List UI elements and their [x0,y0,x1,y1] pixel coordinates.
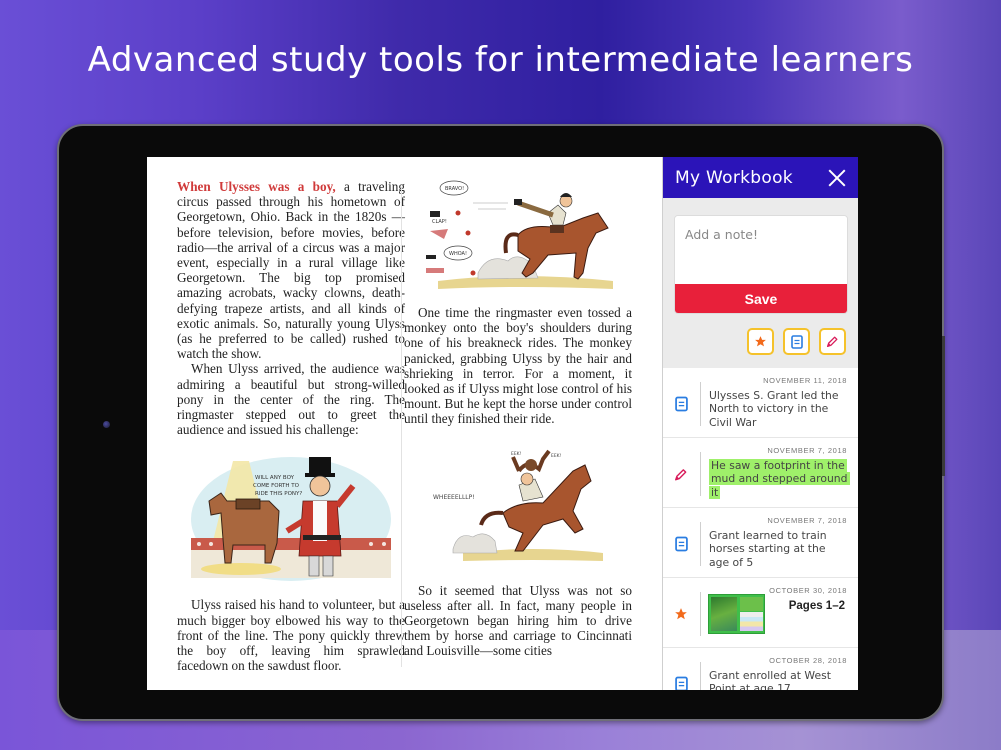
speech-whoa: WHOA! [449,251,467,257]
highlighted-text: He saw a footprint in the mud and steppe… [709,459,850,499]
workbook-header: My Workbook [663,157,858,198]
svg-text:COME FORTH TO: COME FORTH TO [253,483,300,489]
entry-divider [700,452,701,496]
workbook-entry[interactable]: NOVEMBER 7, 2018 Grant learned to train … [663,508,858,578]
filter-buttons [747,328,846,355]
workbook-entry[interactable]: OCTOBER 30, 2018 Pages 1–2 [663,578,858,648]
note-input[interactable] [675,216,847,286]
illustration-galloping-horse: BRAVO! WHOA! CLAP! [418,173,618,295]
entry-divider [700,662,701,690]
close-icon[interactable] [826,167,848,189]
workbook-entry[interactable]: NOVEMBER 11, 2018 Ulysses S. Grant led t… [663,368,858,438]
paragraph[interactable]: When Ulyss arrived, the audience was adm… [177,361,405,437]
entry-date: NOVEMBER 7, 2018 [767,516,847,525]
note-icon [674,676,688,690]
note-icon [674,536,688,552]
entry-pages: Pages 1–2 [788,600,845,612]
chapter-lead: When Ulysses was a boy, [177,179,336,194]
tablet-screen: When Ulysses was a boy, a traveling circ… [147,157,858,690]
speech-eek-2: EEK! [551,453,562,459]
note-composer: Save [674,215,848,314]
entry-text: Grant enrolled at West Point at age 17 [709,669,831,690]
entry-divider [700,522,701,566]
side-button [942,336,945,476]
workbook-entries-list[interactable]: NOVEMBER 11, 2018 Ulysses S. Grant led t… [663,368,858,690]
workbook-title: My Workbook [675,167,793,188]
entry-date: OCTOBER 28, 2018 [769,656,847,665]
filter-highlights-button[interactable] [819,328,846,355]
speech-bravo: BRAVO! [445,186,464,192]
right-column: BRAVO! WHOA! CLAP! One time the ringmast… [404,179,632,659]
entry-text: He saw a footprint in the mud and steppe… [709,459,850,499]
pencil-icon [675,468,687,480]
filter-notes-button[interactable] [783,328,810,355]
filter-bookmarks-button[interactable] [747,328,774,355]
illustration-ringmaster: WILL ANY BOY COME FORTH TO RIDE THIS PON… [191,451,391,582]
save-button[interactable]: Save [675,284,847,313]
speech-clap: CLAP! [432,219,447,225]
speech-eek-1: EEK! [511,451,522,457]
entry-text: Ulysses S. Grant led the North to victor… [709,389,839,429]
pencil-icon [826,336,838,348]
workbook-entry[interactable]: OCTOBER 28, 2018 Grant enrolled at West … [663,648,858,690]
note-icon [674,396,688,412]
column-divider [401,187,402,667]
star-icon [755,336,766,347]
entry-text: Grant learned to train horses starting a… [709,529,827,569]
illustration-monkey-rider: WHEEEELLLP! EEK! EEK! [423,441,613,569]
paragraph[interactable]: One time the ringmaster even tossed a mo… [404,305,632,427]
paragraph[interactable]: Ulyss raised his hand to volunteer, but … [177,597,405,673]
entry-date: NOVEMBER 11, 2018 [763,376,847,385]
svg-text:WILL ANY BOY: WILL ANY BOY [255,475,295,481]
workbook-entry[interactable]: NOVEMBER 7, 2018 He saw a footprint in t… [663,438,858,508]
left-column: When Ulysses was a boy, a traveling circ… [177,179,405,673]
page-thumbnail [708,594,765,634]
star-icon [675,608,687,620]
entry-divider [700,382,701,426]
note-icon [790,334,803,349]
workbook-panel: My Workbook Save [662,157,858,690]
headline: Advanced study tools for intermediate le… [87,40,914,80]
paragraph[interactable]: So it seemed that Ulyss was not so usele… [404,583,632,659]
paragraph[interactable]: When Ulysses was a boy, a traveling circ… [177,179,405,361]
book-page-spread: When Ulysses was a boy, a traveling circ… [147,157,662,690]
entry-date: OCTOBER 30, 2018 [769,586,847,595]
tablet-frame: When Ulysses was a boy, a traveling circ… [57,124,945,721]
speech-wheeeelllp: WHEEEELLLP! [433,494,475,501]
camera-icon [103,421,110,428]
entry-date: NOVEMBER 7, 2018 [767,446,847,455]
entry-divider [700,592,701,636]
svg-text:RIDE THIS PONY?: RIDE THIS PONY? [255,491,302,497]
